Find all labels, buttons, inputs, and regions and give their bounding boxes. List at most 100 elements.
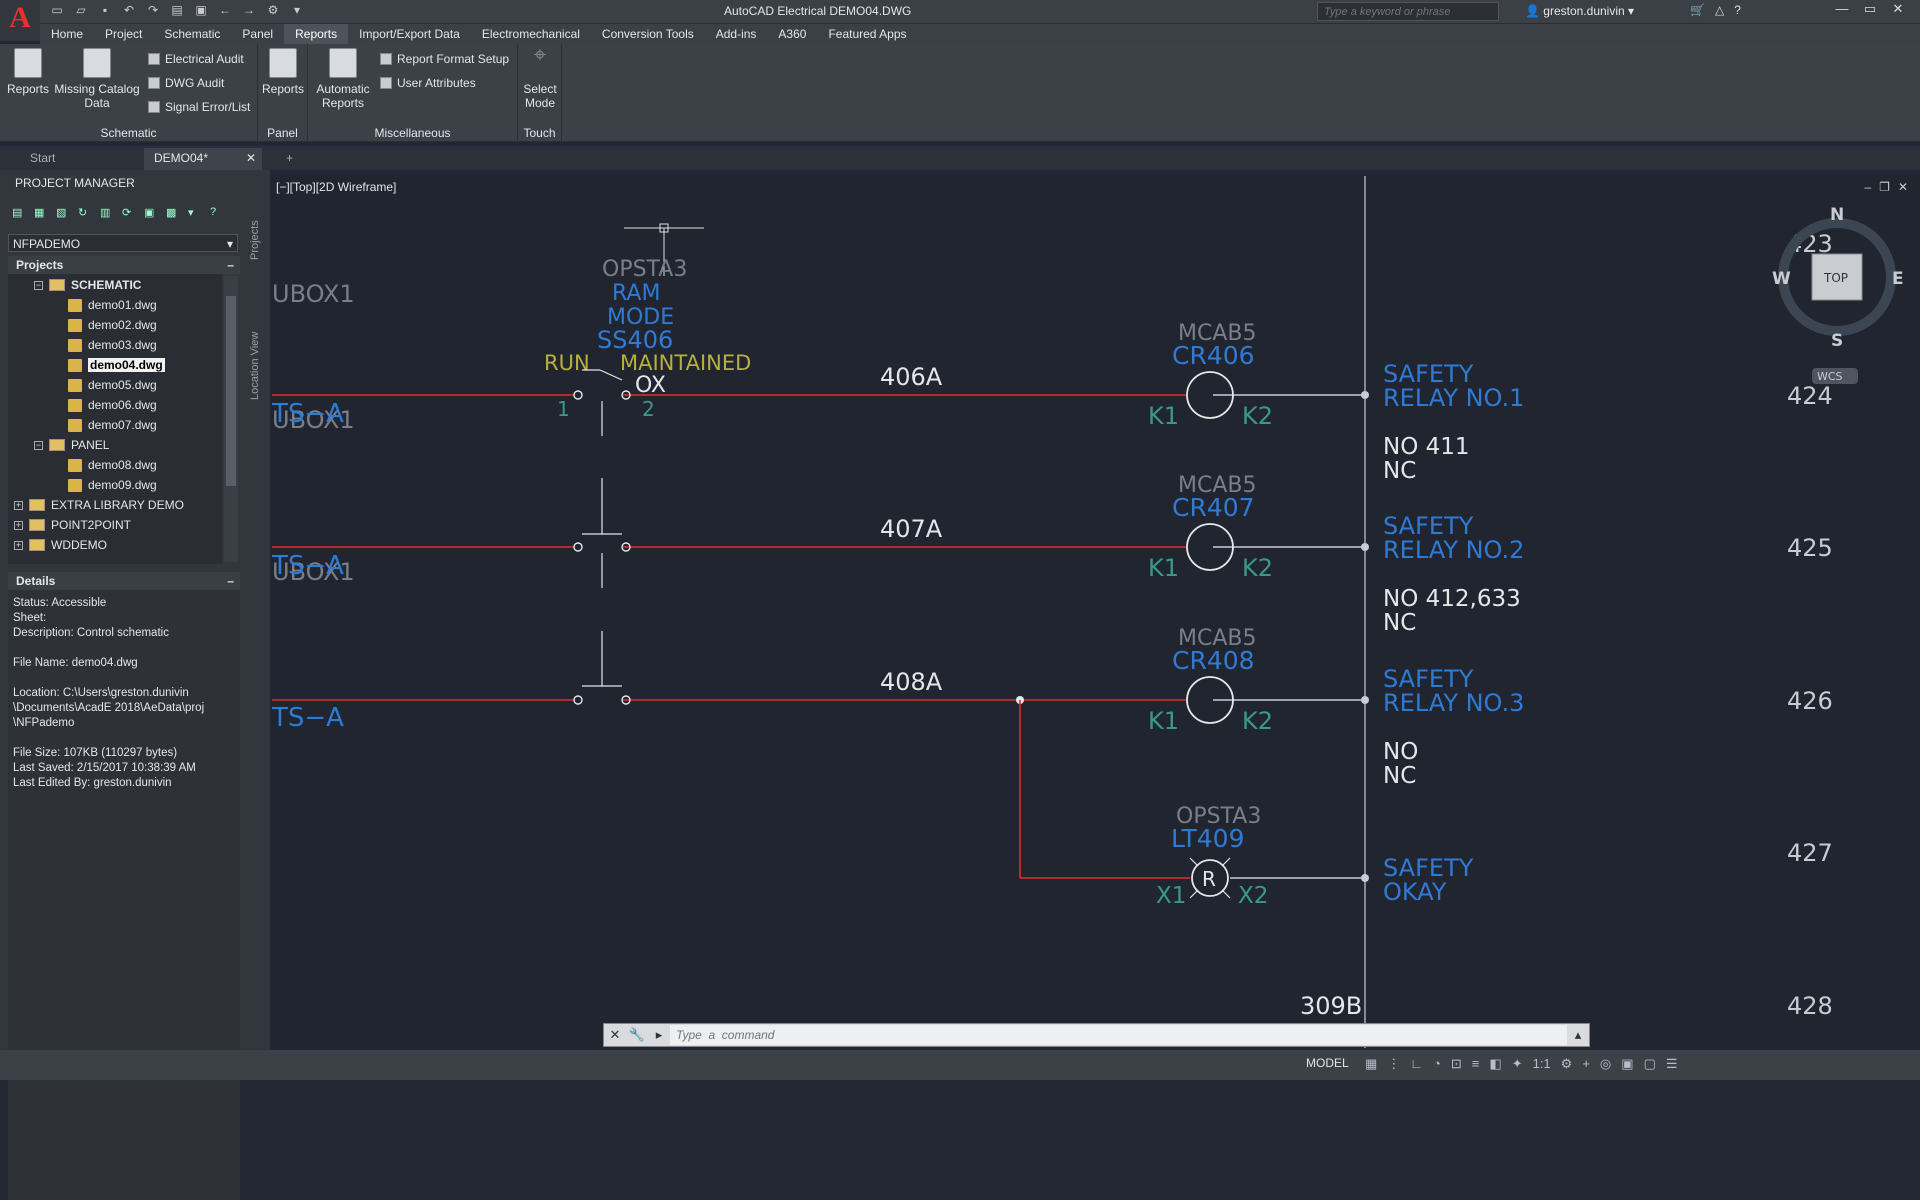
tree-project[interactable]: + EXTRA LIBRARY DEMO <box>14 496 184 514</box>
tree-project[interactable]: + POINT2POINT <box>14 516 131 534</box>
plus-icon[interactable]: + <box>1582 1056 1590 1072</box>
tab-reports[interactable]: Reports <box>284 24 349 44</box>
annotation-icon[interactable]: ✦ <box>1512 1056 1523 1072</box>
plot-icon[interactable]: ▤ <box>170 3 184 17</box>
tab-panel[interactable]: Panel <box>231 24 284 44</box>
ortho-icon[interactable]: ∟ <box>1410 1056 1423 1072</box>
recent-commands-icon[interactable]: ▸ <box>648 1027 670 1043</box>
viewport-close-icon[interactable]: ✕ <box>1898 180 1908 194</box>
details-collapse-icon[interactable]: – <box>227 574 234 588</box>
tree-file[interactable]: demo07.dwg <box>68 416 157 434</box>
more-dropdown-icon[interactable]: ▾ <box>188 206 204 220</box>
compass-n[interactable]: N <box>1830 205 1844 225</box>
command-input[interactable] <box>670 1025 1567 1045</box>
tab-home[interactable]: Home <box>40 24 94 44</box>
tree-project[interactable]: + WDDEMO <box>14 536 107 554</box>
viewport-restore-icon[interactable]: ❐ <box>1879 180 1890 194</box>
new-icon[interactable]: ▭ <box>50 3 64 17</box>
settings-icon[interactable]: ⚙ <box>266 3 280 17</box>
project-select[interactable]: NFPADEMO ▾ <box>8 234 238 252</box>
close-tab-icon[interactable]: ✕ <box>246 151 256 165</box>
undo-icon[interactable]: ↶ <box>122 3 136 17</box>
forward-icon[interactable]: → <box>242 3 256 17</box>
customize-icon[interactable]: 🔧 <box>626 1027 648 1043</box>
dwg-audit-button[interactable]: DWG Audit <box>148 76 224 90</box>
collapse-toggle-icon[interactable]: − <box>34 280 43 290</box>
electrical-audit-button[interactable]: Electrical Audit <box>148 52 244 66</box>
projects-header[interactable]: Projects – <box>8 256 240 274</box>
user-account[interactable]: 👤 greston.dunivin ▾ <box>1525 4 1634 18</box>
new-project-icon[interactable]: ▦ <box>34 206 50 220</box>
tree-file[interactable]: demo03.dwg <box>68 336 157 354</box>
annotation-scale[interactable]: 1:1 <box>1533 1056 1551 1072</box>
search-input[interactable] <box>1317 2 1499 21</box>
tab-project[interactable]: Project <box>94 24 153 44</box>
close-icon[interactable]: ✕ <box>1884 0 1912 20</box>
hardware-accel-icon[interactable]: ▣ <box>1621 1056 1633 1072</box>
new-tab-button[interactable]: + <box>276 148 302 170</box>
report-format-setup-button[interactable]: Report Format Setup <box>380 52 509 66</box>
collapse-toggle-icon[interactable]: − <box>34 440 43 450</box>
plot-project-icon[interactable]: ▩ <box>166 206 182 220</box>
tree-file-selected[interactable]: demo04.dwg <box>68 356 165 374</box>
lineweight-icon[interactable]: ≡ <box>1472 1056 1480 1072</box>
polar-icon[interactable]: ◔ <box>1433 1056 1441 1072</box>
details-header[interactable]: Details – <box>8 572 240 590</box>
viewport-minimize-icon[interactable]: – <box>1864 180 1871 194</box>
tree-file[interactable]: demo06.dwg <box>68 396 157 414</box>
autocad-logo[interactable]: A <box>0 0 40 41</box>
open-icon[interactable]: ▱ <box>74 3 88 17</box>
back-icon[interactable]: ← <box>218 3 232 17</box>
tab-featured-apps[interactable]: Featured Apps <box>817 24 917 44</box>
save-icon[interactable]: ▪ <box>98 3 112 17</box>
tree-file[interactable]: demo09.dwg <box>68 476 157 494</box>
drawing-canvas[interactable]: UBOX1 UBOX1 UBOX1 TS−A TS−A TS−A OPSTA3 … <box>271 176 1920 1048</box>
compass-e[interactable]: E <box>1892 269 1904 289</box>
tab-conversion-tools[interactable]: Conversion Tools <box>591 24 705 44</box>
select-mode-button[interactable]: ⌖ Select Mode <box>520 44 560 111</box>
expand-toggle-icon[interactable]: + <box>14 500 23 510</box>
redo-icon[interactable]: ↷ <box>146 3 160 17</box>
schematic-reports-button[interactable]: Reports <box>6 48 50 96</box>
model-space-button[interactable]: MODEL <box>1306 1056 1349 1070</box>
help-icon[interactable]: ? <box>1734 3 1741 17</box>
transparency-icon[interactable]: ◧ <box>1489 1056 1501 1072</box>
missing-catalog-button[interactable]: Missing Catalog Data <box>52 48 142 110</box>
tab-demo04[interactable]: DEMO04* ✕ <box>144 148 262 170</box>
snap-icon[interactable]: ⋮ <box>1387 1056 1400 1072</box>
close-icon[interactable]: ✕ <box>604 1027 626 1043</box>
scrollbar-thumb[interactable] <box>226 296 236 486</box>
compass-s[interactable]: S <box>1831 331 1843 351</box>
viewport-label[interactable]: [−][Top][2D Wireframe] <box>276 180 396 194</box>
tab-start[interactable]: Start <box>20 148 138 170</box>
signal-error-button[interactable]: Signal Error/List <box>148 100 250 114</box>
refresh-icon[interactable]: ↻ <box>78 206 94 220</box>
user-attributes-button[interactable]: User Attributes <box>380 76 476 90</box>
automatic-reports-button[interactable]: Automatic Reports <box>312 48 374 110</box>
tree-scrollbar[interactable] <box>224 276 238 562</box>
tab-a360[interactable]: A360 <box>767 24 817 44</box>
tree-folder-panel[interactable]: − PANEL <box>34 436 109 454</box>
collapse-icon[interactable]: – <box>227 258 234 272</box>
publish-icon[interactable]: ▣ <box>144 206 160 220</box>
minimize-icon[interactable]: — <box>1828 0 1856 20</box>
expand-toggle-icon[interactable]: + <box>14 520 23 530</box>
tree-file[interactable]: demo05.dwg <box>68 376 157 394</box>
expand-history-icon[interactable]: ▴ <box>1567 1027 1589 1043</box>
tree-file[interactable]: demo01.dwg <box>68 296 157 314</box>
a360-icon[interactable]: △ <box>1715 3 1724 17</box>
dropdown-icon[interactable]: ▾ <box>290 3 304 17</box>
tree-folder-schematic[interactable]: − SCHEMATIC <box>34 276 141 294</box>
customize-menu-icon[interactable]: ☰ <box>1666 1056 1678 1072</box>
tab-schematic[interactable]: Schematic <box>153 24 231 44</box>
workspace-gear-icon[interactable]: ⚙ <box>1561 1056 1573 1072</box>
compass-w[interactable]: W <box>1772 269 1791 289</box>
side-tab-location-view[interactable]: Location View <box>249 332 261 400</box>
cart-icon[interactable]: 🛒 <box>1690 3 1705 17</box>
tree-file[interactable]: demo08.dwg <box>68 456 157 474</box>
osnap-icon[interactable]: ⊡ <box>1451 1056 1462 1072</box>
tree-file[interactable]: demo02.dwg <box>68 316 157 334</box>
expand-toggle-icon[interactable]: + <box>14 540 23 550</box>
open-project-icon[interactable]: ▤ <box>12 206 28 220</box>
tab-import-export[interactable]: Import/Export Data <box>348 24 471 44</box>
